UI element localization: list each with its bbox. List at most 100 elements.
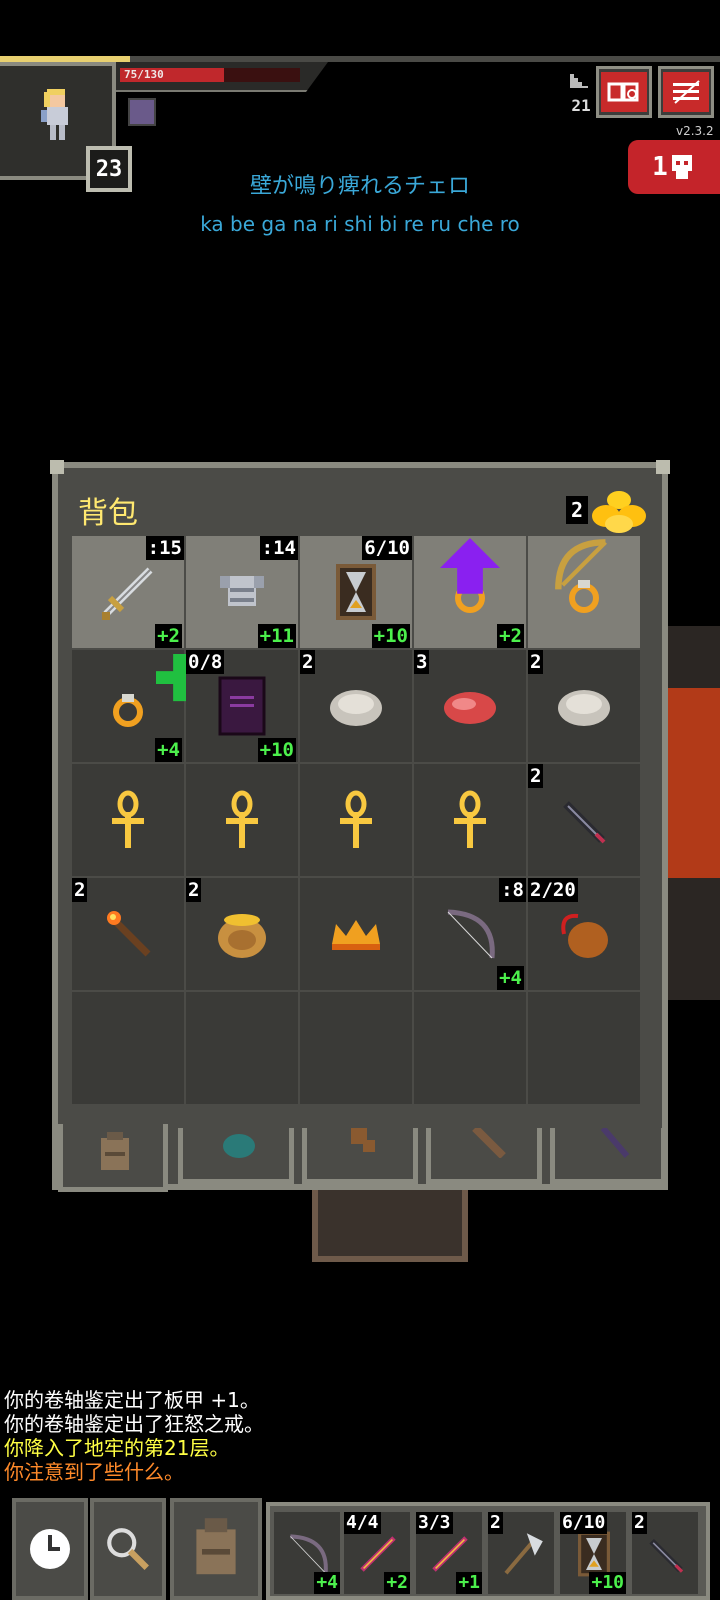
inventory-title: 背包 bbox=[78, 496, 138, 531]
torch-icon bbox=[107, 911, 151, 957]
item-upgrade-level: +2 bbox=[384, 1572, 410, 1594]
inventory-slot[interactable]: +2 bbox=[414, 536, 526, 648]
tab-pouch[interactable] bbox=[178, 1128, 294, 1184]
inventory-slot[interactable]: :8 +4 bbox=[414, 878, 526, 990]
song-title-japanese: 壁が鳴り痺れるチェロ bbox=[249, 174, 470, 199]
item-quantity: 2/20 bbox=[528, 878, 578, 902]
inventory-button[interactable] bbox=[170, 1498, 262, 1600]
quickslot[interactable]: 6/10 +10 bbox=[560, 1512, 626, 1594]
inventory-slot[interactable] bbox=[414, 764, 526, 876]
quickslot[interactable]: 4/4 +2 bbox=[344, 1512, 410, 1594]
honeypot-icon bbox=[218, 914, 266, 958]
inventory-slot[interactable]: :15 +2 bbox=[72, 536, 184, 648]
spellbook-icon bbox=[218, 676, 266, 736]
search-magnifier-icon bbox=[107, 1528, 149, 1570]
inventory-slot[interactable]: 2 bbox=[300, 650, 412, 762]
depth-number: 21 bbox=[571, 96, 591, 115]
tab-holster[interactable] bbox=[426, 1128, 542, 1184]
inventory-slot[interactable]: 2 bbox=[528, 764, 640, 876]
inventory-slot[interactable]: +4 bbox=[72, 650, 204, 762]
inventory-slot[interactable]: 2 bbox=[528, 650, 640, 762]
wait-clock-icon bbox=[30, 1529, 70, 1569]
waterskin-icon bbox=[561, 913, 608, 958]
item-quantity: 0/8 bbox=[186, 650, 225, 674]
inventory-slot[interactable]: 2 bbox=[186, 878, 298, 990]
inventory-slot[interactable]: 2 bbox=[72, 878, 184, 990]
backpack-icon bbox=[196, 1518, 236, 1575]
inventory-slot-empty[interactable] bbox=[186, 992, 298, 1104]
ankh-icon bbox=[226, 790, 258, 848]
item-upgrade-level: +2 bbox=[155, 624, 182, 648]
item-quantity: 4/4 bbox=[344, 1512, 381, 1534]
ring-icon bbox=[113, 694, 143, 727]
stone-icon bbox=[330, 690, 382, 726]
inventory-slot-empty[interactable] bbox=[72, 992, 184, 1104]
tab-wand-holder[interactable] bbox=[550, 1128, 666, 1184]
item-upgrade-level: +4 bbox=[497, 966, 524, 990]
item-quantity: :8 bbox=[499, 878, 526, 902]
backpack-icon bbox=[101, 1132, 129, 1170]
inventory-slot[interactable]: :14 +11 bbox=[186, 536, 298, 648]
item-quantity: 3/3 bbox=[416, 1512, 453, 1534]
hero-sprite-icon bbox=[41, 89, 68, 140]
hp-text: 75/130 bbox=[124, 68, 164, 81]
quickslot[interactable]: +4 bbox=[274, 1512, 340, 1594]
pouch-icon bbox=[223, 1134, 255, 1158]
inventory-slot-empty[interactable] bbox=[414, 992, 526, 1104]
bow-icon bbox=[447, 909, 495, 959]
ankh-icon bbox=[112, 790, 144, 848]
dart-icon bbox=[563, 801, 606, 844]
quickslot[interactable]: 3/3 +1 bbox=[416, 1512, 482, 1594]
inventory-slot[interactable]: 2/20 bbox=[528, 878, 640, 990]
item-quantity: 2 bbox=[528, 764, 544, 788]
quickslot[interactable]: 2 bbox=[488, 1512, 554, 1594]
sword-icon bbox=[102, 567, 153, 620]
inventory-slot[interactable] bbox=[72, 764, 184, 876]
item-quantity: 2 bbox=[488, 1512, 503, 1534]
menu-button[interactable] bbox=[658, 66, 714, 118]
holster-icon bbox=[472, 1128, 506, 1158]
window-corner bbox=[50, 460, 64, 474]
item-upgrade-level: +10 bbox=[371, 624, 410, 648]
wand-holder-icon bbox=[600, 1128, 630, 1158]
inventory-slot-empty[interactable] bbox=[300, 992, 412, 1104]
inventory-slot[interactable] bbox=[528, 536, 640, 648]
item-quantity: :14 bbox=[259, 536, 298, 560]
item-upgrade-level: +10 bbox=[257, 738, 296, 762]
dart-icon bbox=[649, 1538, 684, 1573]
item-quantity: 6/10 bbox=[560, 1512, 608, 1534]
inventory-slot[interactable]: 0/8 +10 bbox=[186, 650, 298, 762]
window-corner bbox=[656, 460, 670, 474]
item-upgrade-level: +10 bbox=[589, 1572, 626, 1594]
inventory-slot[interactable]: 3 bbox=[414, 650, 526, 762]
item-quantity: 2 bbox=[528, 650, 544, 674]
ankh-icon bbox=[340, 790, 372, 848]
item-upgrade-level: +1 bbox=[456, 1572, 482, 1594]
item-upgrade-level: +4 bbox=[314, 1572, 340, 1594]
tab-backpack[interactable] bbox=[58, 1124, 168, 1192]
inventory-slot[interactable]: 6/10 +10 bbox=[300, 536, 412, 648]
lava-tile bbox=[668, 688, 720, 878]
journal-icon bbox=[607, 82, 639, 102]
inventory-slot-empty[interactable] bbox=[528, 992, 640, 1104]
item-upgrade-level: +4 bbox=[155, 738, 182, 762]
inventory-slot[interactable] bbox=[300, 764, 412, 876]
buff-icon[interactable] bbox=[128, 98, 156, 126]
upgrade-arrow-icon bbox=[440, 538, 500, 594]
quickslot[interactable]: 2 bbox=[632, 1512, 698, 1594]
tab-quiver[interactable] bbox=[302, 1128, 418, 1184]
search-button[interactable] bbox=[90, 1498, 166, 1600]
log-line: 你的卷轴鉴定出了狂怒之戒。 bbox=[4, 1412, 264, 1436]
journal-button[interactable] bbox=[596, 66, 652, 118]
wait-button[interactable] bbox=[12, 1498, 88, 1600]
item-quantity: 3 bbox=[414, 650, 430, 674]
version-label: v2.3.2 bbox=[676, 124, 714, 138]
bow-mark-icon bbox=[555, 539, 607, 590]
inventory-slot[interactable] bbox=[300, 878, 412, 990]
dungeon-floor bbox=[312, 1186, 468, 1262]
inventory-slot[interactable] bbox=[186, 764, 298, 876]
item-upgrade-level: +2 bbox=[497, 624, 524, 648]
menu-icon bbox=[673, 80, 700, 104]
gold-icon bbox=[592, 491, 646, 533]
hourglass-icon bbox=[336, 564, 376, 620]
